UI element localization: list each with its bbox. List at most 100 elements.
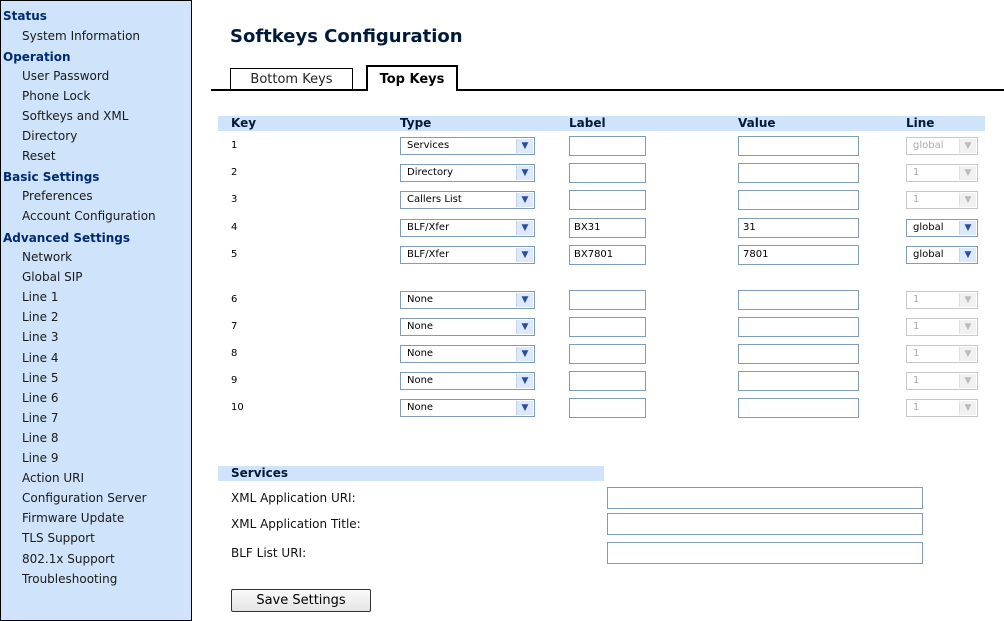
key-number: 8 bbox=[231, 348, 238, 359]
type-select[interactable]: Directory ▼ bbox=[400, 164, 535, 182]
column-header-key: Key bbox=[231, 116, 257, 130]
line-select[interactable]: global ▼ bbox=[906, 219, 978, 237]
sidebar-item-network[interactable]: Network bbox=[22, 250, 72, 264]
type-select-value: Callers List bbox=[407, 194, 462, 205]
chevron-down-icon: ▼ bbox=[959, 166, 976, 180]
sidebar-item-line-5[interactable]: Line 5 bbox=[22, 371, 58, 385]
sidebar-item-reset[interactable]: Reset bbox=[22, 149, 56, 163]
chevron-down-icon[interactable]: ▼ bbox=[516, 374, 533, 388]
label-input[interactable] bbox=[569, 290, 646, 310]
label-input[interactable]: BX31 bbox=[569, 218, 646, 238]
save-settings-button[interactable]: Save Settings bbox=[231, 589, 371, 612]
chevron-down-icon[interactable]: ▼ bbox=[516, 193, 533, 207]
services-field-input[interactable] bbox=[607, 487, 923, 509]
value-input[interactable] bbox=[738, 190, 859, 210]
sidebar-item-softkeys-and-xml[interactable]: Softkeys and XML bbox=[22, 109, 128, 123]
value-input[interactable] bbox=[738, 290, 859, 310]
value-input[interactable] bbox=[738, 371, 859, 391]
value-input[interactable]: 7801 bbox=[738, 245, 859, 265]
type-select[interactable]: BLF/Xfer ▼ bbox=[400, 219, 535, 237]
sidebar-item-troubleshooting[interactable]: Troubleshooting bbox=[22, 572, 117, 586]
label-input[interactable] bbox=[569, 136, 646, 156]
chevron-down-icon[interactable]: ▼ bbox=[516, 320, 533, 334]
services-field-input[interactable] bbox=[607, 513, 923, 535]
value-input[interactable] bbox=[738, 163, 859, 183]
key-number: 6 bbox=[231, 294, 238, 305]
value-input[interactable] bbox=[738, 398, 859, 418]
type-select-value: Directory bbox=[407, 167, 454, 178]
line-select-value: 1 bbox=[913, 194, 920, 205]
sidebar-item-action-uri[interactable]: Action URI bbox=[22, 471, 84, 485]
tab-bottom-keys[interactable]: Bottom Keys bbox=[230, 68, 353, 90]
line-select-value: 1 bbox=[913, 348, 920, 359]
value-input[interactable]: 31 bbox=[738, 218, 859, 238]
chevron-down-icon[interactable]: ▼ bbox=[516, 248, 533, 262]
sidebar-item-line-7[interactable]: Line 7 bbox=[22, 411, 58, 425]
type-select[interactable]: Callers List ▼ bbox=[400, 191, 535, 209]
key-number: 4 bbox=[231, 222, 238, 233]
services-field-input[interactable] bbox=[607, 542, 923, 564]
type-select-value: None bbox=[407, 294, 434, 305]
type-select-value: None bbox=[407, 348, 434, 359]
type-select[interactable]: None ▼ bbox=[400, 318, 535, 336]
sidebar-item-tls-support[interactable]: TLS Support bbox=[22, 531, 95, 545]
type-select-value: Services bbox=[407, 140, 450, 151]
line-select-value: 1 bbox=[913, 375, 920, 386]
sidebar-item-line-9[interactable]: Line 9 bbox=[22, 451, 58, 465]
sidebar-item-line-8[interactable]: Line 8 bbox=[22, 431, 58, 445]
label-input[interactable] bbox=[569, 371, 646, 391]
sidebar-item-phone-lock[interactable]: Phone Lock bbox=[22, 89, 90, 103]
label-input[interactable] bbox=[569, 190, 646, 210]
services-field-label: XML Application URI: bbox=[231, 491, 356, 505]
label-input[interactable]: BX7801 bbox=[569, 245, 646, 265]
line-select[interactable]: global ▼ bbox=[906, 246, 978, 264]
value-input[interactable] bbox=[738, 136, 859, 156]
sidebar-item-directory[interactable]: Directory bbox=[22, 129, 77, 143]
sidebar-item-802-1x-support[interactable]: 802.1x Support bbox=[22, 552, 115, 566]
chevron-down-icon[interactable]: ▼ bbox=[516, 221, 533, 235]
line-select: 1 ▼ bbox=[906, 191, 978, 209]
chevron-down-icon[interactable]: ▼ bbox=[516, 401, 533, 415]
sidebar-item-preferences[interactable]: Preferences bbox=[22, 189, 93, 203]
type-select[interactable]: BLF/Xfer ▼ bbox=[400, 246, 535, 264]
chevron-down-icon: ▼ bbox=[959, 139, 976, 153]
sidebar-item-line-3[interactable]: Line 3 bbox=[22, 330, 58, 344]
key-number: 5 bbox=[231, 249, 238, 260]
chevron-down-icon: ▼ bbox=[959, 193, 976, 207]
line-select-value: 1 bbox=[913, 294, 920, 305]
type-select[interactable]: None ▼ bbox=[400, 345, 535, 363]
value-input[interactable] bbox=[738, 344, 859, 364]
type-select[interactable]: Services ▼ bbox=[400, 137, 535, 155]
sidebar-item-configuration-server[interactable]: Configuration Server bbox=[22, 491, 147, 505]
chevron-down-icon[interactable]: ▼ bbox=[516, 166, 533, 180]
label-input[interactable] bbox=[569, 344, 646, 364]
sidebar-item-line-4[interactable]: Line 4 bbox=[22, 351, 58, 365]
sidebar-item-user-password[interactable]: User Password bbox=[22, 69, 109, 83]
label-input[interactable] bbox=[569, 163, 646, 183]
sidebar-item-system-information[interactable]: System Information bbox=[22, 29, 140, 43]
label-input[interactable] bbox=[569, 317, 646, 337]
sidebar-item-firmware-update[interactable]: Firmware Update bbox=[22, 511, 124, 525]
line-select-value: global bbox=[913, 140, 944, 151]
key-number: 10 bbox=[231, 402, 244, 413]
sidebar-item-account-configuration[interactable]: Account Configuration bbox=[22, 209, 156, 223]
sidebar-nav: Status System Information Operation User Pa… bbox=[0, 0, 192, 621]
sidebar-item-line-1[interactable]: Line 1 bbox=[22, 290, 58, 304]
type-select[interactable]: None ▼ bbox=[400, 399, 535, 417]
chevron-down-icon[interactable]: ▼ bbox=[959, 221, 976, 235]
chevron-down-icon[interactable]: ▼ bbox=[516, 347, 533, 361]
tab-top-keys[interactable]: Top Keys bbox=[366, 65, 458, 91]
chevron-down-icon[interactable]: ▼ bbox=[516, 139, 533, 153]
label-input[interactable] bbox=[569, 398, 646, 418]
sidebar-item-global-sip[interactable]: Global SIP bbox=[22, 270, 83, 284]
line-select-value: 1 bbox=[913, 167, 920, 178]
sidebar-item-line-2[interactable]: Line 2 bbox=[22, 310, 58, 324]
type-select[interactable]: None ▼ bbox=[400, 291, 535, 309]
chevron-down-icon[interactable]: ▼ bbox=[516, 293, 533, 307]
type-select[interactable]: None ▼ bbox=[400, 372, 535, 390]
key-number: 2 bbox=[231, 167, 238, 178]
sidebar-item-line-6[interactable]: Line 6 bbox=[22, 391, 58, 405]
value-input[interactable] bbox=[738, 317, 859, 337]
type-select-value: None bbox=[407, 375, 434, 386]
chevron-down-icon[interactable]: ▼ bbox=[959, 248, 976, 262]
